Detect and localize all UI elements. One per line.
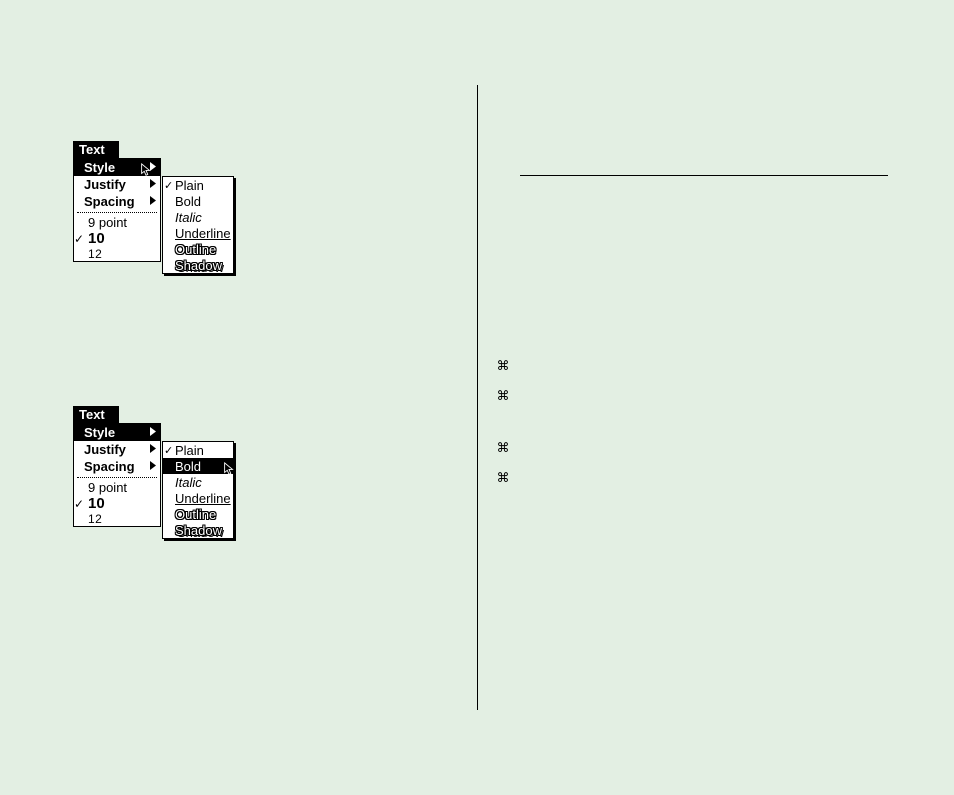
submenu-label: Outline [175,507,216,522]
menu-item-justify[interactable]: Justify [74,176,160,193]
menu-item-label: Justify [84,177,126,192]
submenu-item-bold[interactable]: Bold [163,193,233,209]
horizontal-divider [520,175,888,176]
submenu-label: Italic [175,475,202,490]
menu-item-label: Spacing [84,459,135,474]
menu-item-10pt[interactable]: ✓ 10 [74,495,160,512]
submenu-item-shadow[interactable]: Shadow [163,257,233,273]
menu-title[interactable]: Text [73,141,119,158]
submenu-label: Bold [175,194,201,209]
submenu-item-plain[interactable]: ✓ Plain [163,177,233,193]
menu-separator [77,212,157,213]
menu-item-label: Style [84,425,115,440]
submenu-label: Bold [175,459,201,474]
command-key-glyph: ⌘ [496,470,510,486]
submenu-item-outline[interactable]: Outline [163,241,233,257]
submenu-arrow-icon [149,460,157,471]
command-key-glyph: ⌘ [496,388,510,404]
submenu-item-plain[interactable]: ✓ Plain [163,442,233,458]
submenu-item-bold[interactable]: Bold [163,458,233,474]
submenu-arrow-icon [149,443,157,454]
submenu-label: Plain [175,178,204,193]
style-submenu: ✓ Plain Bold Italic Underline Outline Sh… [162,441,234,539]
menu-title[interactable]: Text [73,406,119,423]
menu-item-9pt[interactable]: 9 point [74,480,160,495]
submenu-item-outline[interactable]: Outline [163,506,233,522]
menu-item-spacing[interactable]: Spacing [74,458,160,475]
menu-item-spacing[interactable]: Spacing [74,193,160,210]
submenu-item-underline[interactable]: Underline [163,225,233,241]
menu-item-label: Justify [84,442,126,457]
submenu-label: Outline [175,242,216,257]
vertical-divider [477,85,478,710]
submenu-label: Shadow [175,523,222,538]
submenu-arrow-icon [149,195,157,206]
submenu-arrow-icon [149,178,157,189]
menu-example-after: Text Style Justify Spacing 9 point ✓ 10 … [73,406,161,527]
menu-item-style[interactable]: Style [74,424,160,441]
menu-item-label: Style [84,160,115,175]
checkmark-icon: ✓ [164,444,173,457]
submenu-item-italic[interactable]: Italic [163,474,233,490]
menu-example-before: Text Style Justify Spacing 9 point ✓ 10 … [73,141,161,262]
command-key-glyph: ⌘ [496,358,510,374]
menu-item-justify[interactable]: Justify [74,441,160,458]
checkmark-icon: ✓ [74,232,84,246]
checkmark-icon: ✓ [74,497,84,511]
menu-item-label: Spacing [84,194,135,209]
menu-item-label: 10 [88,495,105,512]
submenu-item-shadow[interactable]: Shadow [163,522,233,538]
menu-item-label: 10 [88,230,105,247]
menu-item-12pt[interactable]: 12 [74,512,160,526]
submenu-label: Italic [175,210,202,225]
menu-item-10pt[interactable]: ✓ 10 [74,230,160,247]
submenu-item-italic[interactable]: Italic [163,209,233,225]
submenu-label: Underline [175,226,231,241]
submenu-arrow-icon [149,426,157,437]
submenu-label: Underline [175,491,231,506]
checkmark-icon: ✓ [164,179,173,192]
menu-separator [77,477,157,478]
menu-panel: Style Justify Spacing 9 point ✓ 10 12 [73,423,161,527]
command-key-glyph: ⌘ [496,440,510,456]
menu-panel: Style Justify Spacing 9 point ✓ 10 12 [73,158,161,262]
style-submenu: ✓ Plain Bold Italic Underline Outline Sh… [162,176,234,274]
submenu-arrow-icon [149,161,157,172]
submenu-item-underline[interactable]: Underline [163,490,233,506]
menu-item-12pt[interactable]: 12 [74,247,160,261]
menu-item-9pt[interactable]: 9 point [74,215,160,230]
menu-item-style[interactable]: Style [74,159,160,176]
submenu-label: Shadow [175,258,222,273]
submenu-label: Plain [175,443,204,458]
